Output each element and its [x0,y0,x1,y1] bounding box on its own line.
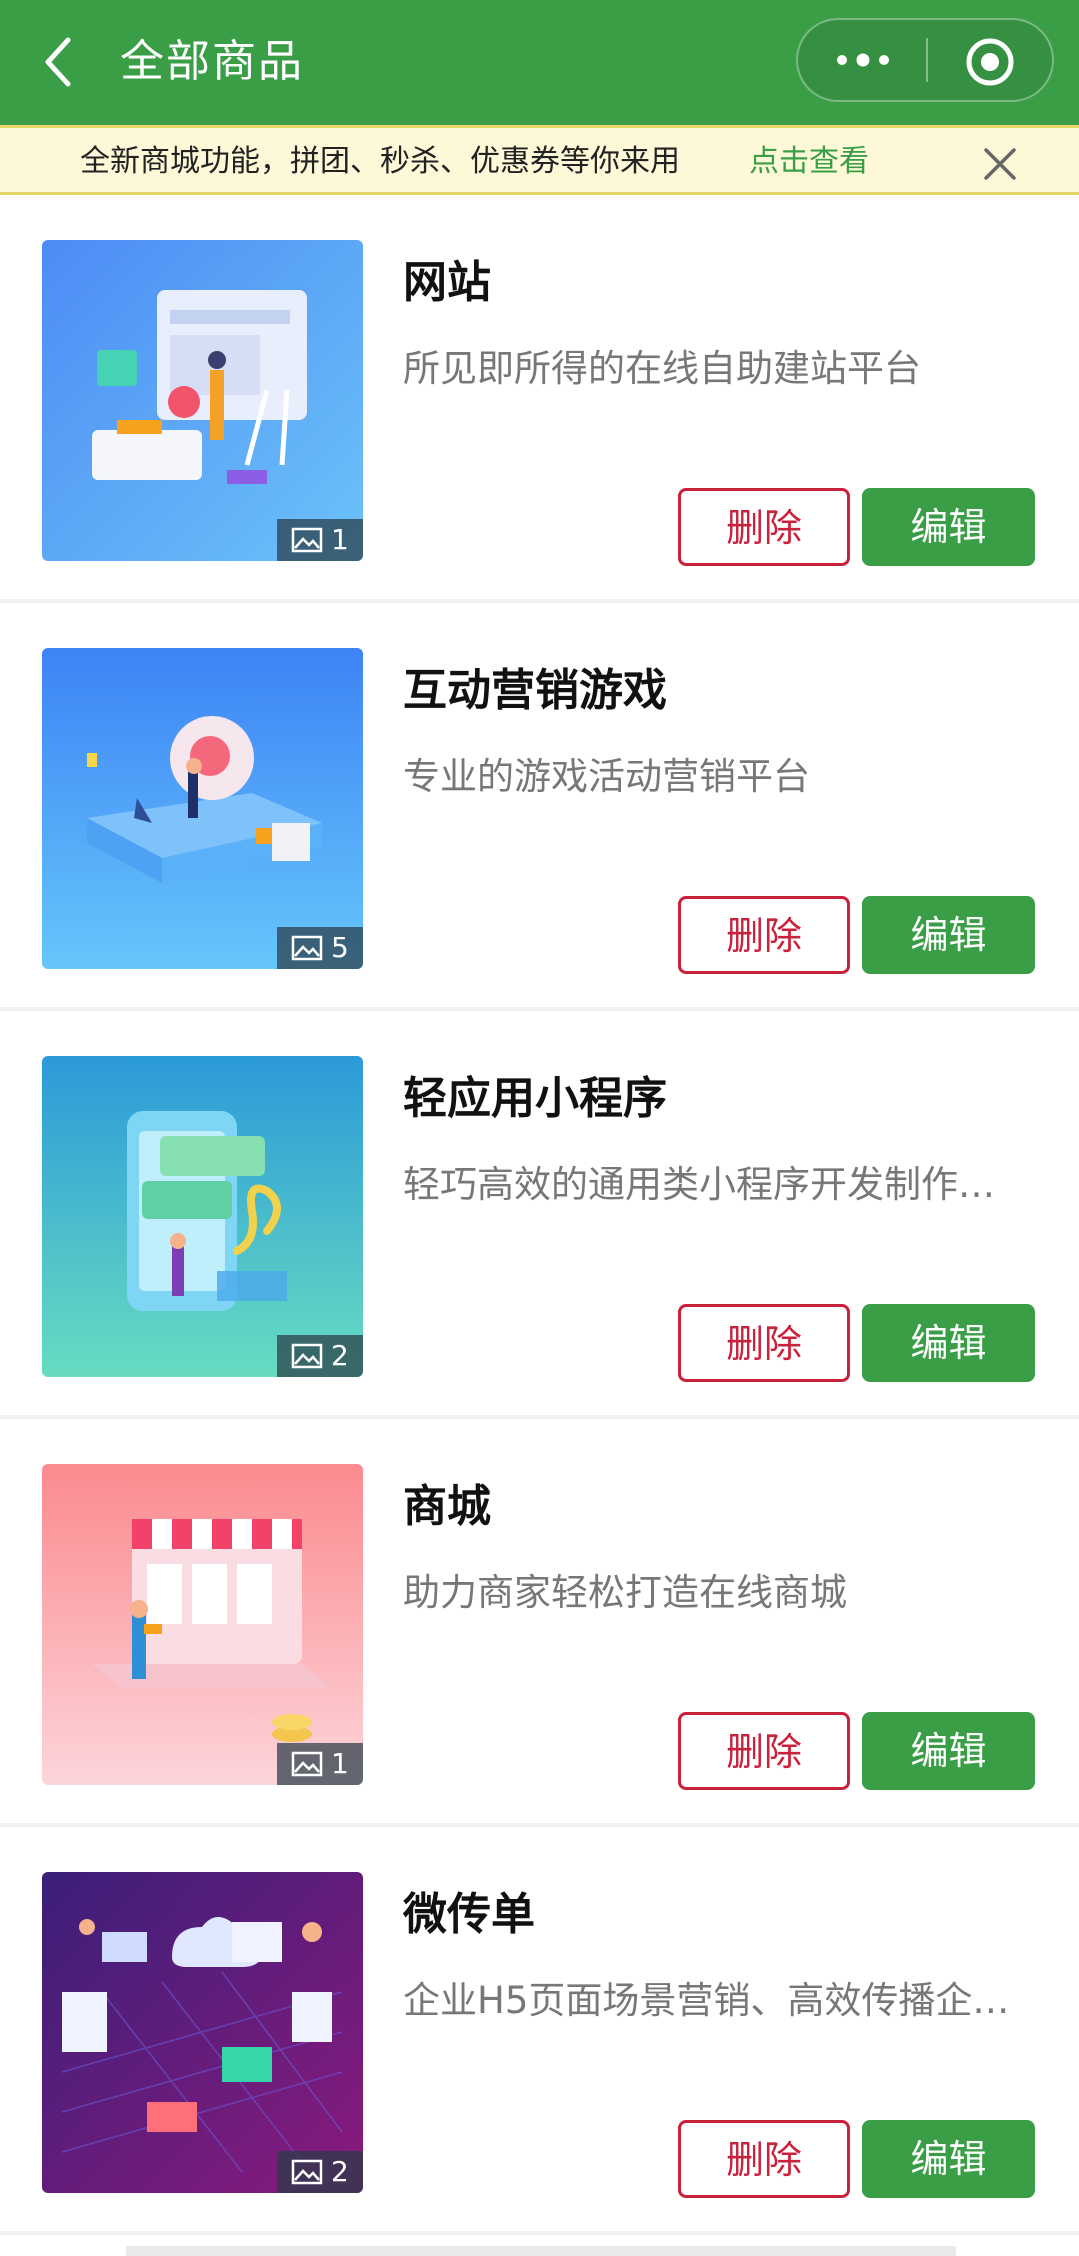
product-item[interactable]: 1 网站 所见即所得的在线自助建站平台 删除 编辑 [0,195,1079,603]
image-icon [291,935,323,961]
edit-button[interactable]: 编辑 [862,1304,1035,1382]
more-dots-icon[interactable] [828,36,898,84]
notice-view-link[interactable]: 点击查看 [749,142,869,182]
product-name: 网站 [403,257,491,308]
image-count-badge: 5 [277,927,363,969]
close-icon[interactable] [982,146,1018,182]
image-count: 5 [331,931,349,964]
product-item[interactable]: 2 轻应用小程序 轻巧高效的通用类小程序开发制作… 删除 编辑 [0,1011,1079,1419]
edit-button[interactable]: 编辑 [862,2120,1035,2198]
edit-button[interactable]: 编辑 [862,896,1035,974]
product-description: 轻巧高效的通用类小程序开发制作… [403,1163,995,1206]
delete-button[interactable]: 删除 [678,488,850,566]
notice-text: 全新商城功能，拼团、秒杀、优惠券等你来用 [80,144,680,179]
close-mini-program-icon[interactable] [964,36,1016,88]
image-count-badge: 2 [277,1335,363,1377]
product-name: 互动营销游戏 [403,665,667,716]
capsule-divider [926,38,928,82]
image-count: 2 [331,2155,349,2188]
product-thumbnail[interactable]: 5 [42,648,363,969]
back-arrow-icon[interactable] [34,32,84,92]
product-item[interactable]: 2 微传单 企业H5页面场景营销、高效传播企… 删除 编辑 [0,1827,1079,2235]
mini-program-capsule [796,18,1054,102]
product-description: 所见即所得的在线自助建站平台 [403,347,921,390]
delete-button[interactable]: 删除 [678,1712,850,1790]
product-thumbnail[interactable]: 1 [42,1464,363,1785]
product-item[interactable]: 1 商城 助力商家轻松打造在线商城 删除 编辑 [0,1419,1079,1827]
page-title: 全部商品 [120,36,304,87]
product-thumbnail[interactable]: 1 [42,240,363,561]
image-count-badge: 1 [277,1743,363,1785]
image-icon [291,2159,323,2185]
image-count-badge: 2 [277,2151,363,2193]
product-description: 专业的游戏活动营销平台 [403,755,810,798]
image-count: 2 [331,1339,349,1372]
image-icon [291,1343,323,1369]
product-list: 1 网站 所见即所得的在线自助建站平台 删除 编辑 5 互动营销游戏 专业的游戏… [0,195,1079,2235]
product-thumbnail[interactable]: 2 [42,1872,363,2193]
delete-button[interactable]: 删除 [678,1304,850,1382]
top-nav-bar: 全部商品 [0,0,1079,125]
delete-button[interactable]: 删除 [678,2120,850,2198]
edit-button[interactable]: 编辑 [862,1712,1035,1790]
product-description: 助力商家轻松打造在线商城 [403,1571,847,1614]
next-item-edge [126,2246,956,2256]
edit-button[interactable]: 编辑 [862,488,1035,566]
delete-button[interactable]: 删除 [678,896,850,974]
product-name: 轻应用小程序 [403,1073,667,1124]
promo-notice-bar: 全新商城功能，拼团、秒杀、优惠券等你来用 点击查看 [0,125,1079,195]
product-name: 微传单 [403,1889,535,1940]
product-name: 商城 [403,1481,491,1532]
image-icon [291,1751,323,1777]
image-count-badge: 1 [277,519,363,561]
product-thumbnail[interactable]: 2 [42,1056,363,1377]
image-icon [291,527,323,553]
product-description: 企业H5页面场景营销、高效传播企… [403,1979,1010,2022]
image-count: 1 [331,1747,349,1780]
product-item[interactable]: 5 互动营销游戏 专业的游戏活动营销平台 删除 编辑 [0,603,1079,1011]
image-count: 1 [331,523,349,556]
